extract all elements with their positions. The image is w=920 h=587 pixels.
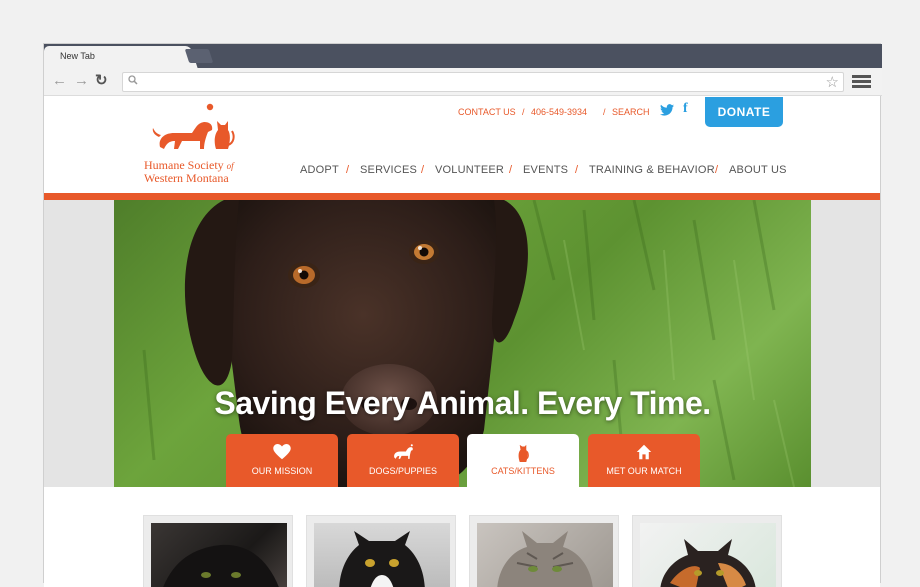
nav-item-adopt[interactable]: ADOPT xyxy=(300,164,339,176)
tab-met-our-match[interactable]: MET OUR MATCH xyxy=(588,434,700,487)
pet-card-black-cat[interactable] xyxy=(143,515,293,587)
browser-window: New Tab ← → ↻ ☆ Humane Society of Wester… xyxy=(43,43,882,587)
tab-dogs-puppies[interactable]: DOGS/PUPPIES xyxy=(347,434,459,487)
nav-separator: / xyxy=(421,164,425,176)
nav-separator: / xyxy=(509,164,513,176)
utility-separator: / xyxy=(522,107,525,117)
website: Humane Society of Western Montana CONTAC… xyxy=(44,97,880,587)
browser-tab[interactable]: New Tab xyxy=(44,46,184,68)
hamburger-menu-icon[interactable] xyxy=(852,75,871,89)
search-link[interactable]: SEARCH xyxy=(612,107,650,117)
logo-text: Humane Society of Western Montana xyxy=(144,158,234,185)
home-icon xyxy=(588,444,700,462)
tab-label: CATS/KITTENS xyxy=(491,466,555,476)
address-bar[interactable]: ☆ xyxy=(122,72,844,92)
star-icon[interactable]: ☆ xyxy=(826,73,839,91)
pet-photo xyxy=(151,523,287,587)
pet-photo xyxy=(314,523,450,587)
tab-label: MET OUR MATCH xyxy=(606,466,682,476)
logo-dog-cat-icon xyxy=(152,103,235,149)
donate-button[interactable]: DONATE xyxy=(705,97,783,127)
cat-icon xyxy=(467,444,579,462)
tab-cats-kittens[interactable]: CATS/KITTENS xyxy=(467,434,579,487)
contact-us-link[interactable]: CONTACT US xyxy=(458,107,516,117)
pet-card-tuxedo-cat[interactable] xyxy=(306,515,456,587)
forward-arrow-icon[interactable]: → xyxy=(74,73,89,89)
twitter-icon[interactable] xyxy=(660,103,674,119)
pet-card-tabby-cat[interactable] xyxy=(469,515,619,587)
back-arrow-icon[interactable]: ← xyxy=(52,73,67,89)
nav-item-events[interactable]: EVENTS xyxy=(523,164,568,176)
nav-separator: / xyxy=(575,164,579,176)
tab-title: New Tab xyxy=(60,51,95,61)
labrador-dog-photo xyxy=(142,200,795,487)
pet-card-calico-cat[interactable] xyxy=(632,515,782,587)
nav-separator: / xyxy=(715,164,719,176)
search-icon xyxy=(128,75,138,88)
browser-toolbar: ← → ↻ ☆ xyxy=(44,68,882,96)
logo[interactable]: Humane Society of Western Montana xyxy=(140,103,260,185)
nav-item-volunteer[interactable]: VOLUNTEER xyxy=(435,164,504,176)
tab-label: DOGS/PUPPIES xyxy=(368,466,438,476)
facebook-icon[interactable]: f xyxy=(683,101,688,117)
nav-separator: / xyxy=(346,164,350,176)
nav-item-services[interactable]: SERVICES xyxy=(360,164,417,176)
header-divider xyxy=(44,193,880,200)
pet-photo xyxy=(477,523,613,587)
reload-icon[interactable]: ↻ xyxy=(95,73,108,89)
new-tab-button[interactable] xyxy=(184,49,214,63)
dog-icon xyxy=(347,444,459,462)
browser-tab-strip: New Tab xyxy=(44,44,882,68)
tab-our-mission[interactable]: OUR MISSION xyxy=(226,434,338,487)
phone-link[interactable]: 406-549-3934 xyxy=(531,107,587,117)
tab-label: OUR MISSION xyxy=(251,466,313,476)
hero-headline: Saving Every Animal. Every Time. xyxy=(214,385,711,421)
heart-icon xyxy=(226,444,338,462)
pet-photo xyxy=(640,523,776,587)
utility-separator: / xyxy=(603,107,606,117)
nav-item-about-us[interactable]: ABOUT US xyxy=(729,164,787,176)
nav-item-training-behavior[interactable]: TRAINING & BEHAVIOR xyxy=(589,164,715,176)
hero-image: Saving Every Animal. Every Time. xyxy=(114,200,811,487)
